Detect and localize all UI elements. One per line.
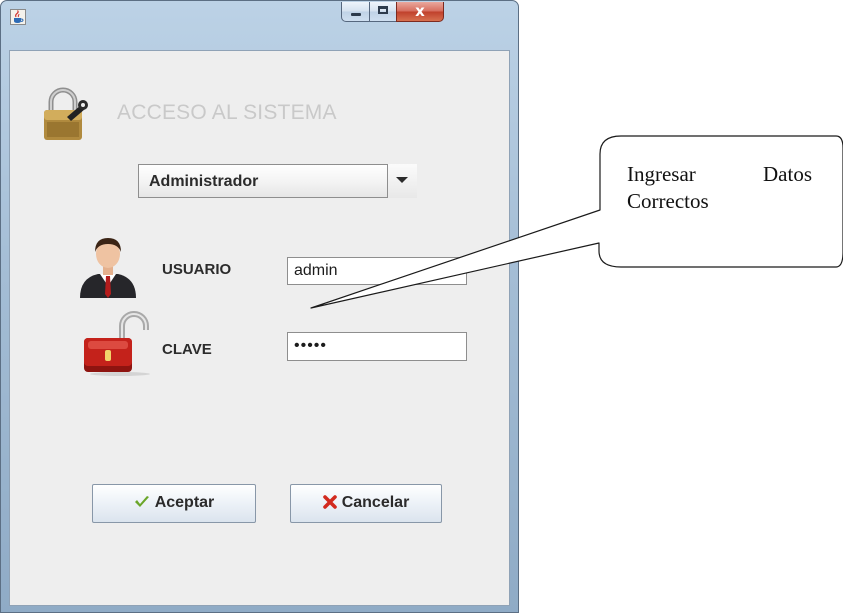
accept-button[interactable]: Aceptar: [92, 484, 256, 523]
screenshot: x ACCESO AL SISTEMA Administrador USUARI…: [0, 0, 843, 614]
role-select-toggle[interactable]: [387, 164, 417, 198]
cross-icon: [322, 495, 337, 509]
java-cup-icon: [10, 9, 26, 25]
user-label: USUARIO: [162, 261, 232, 278]
callout-word: Ingresar: [627, 162, 696, 186]
close-icon: x: [415, 2, 425, 20]
username-field[interactable]: admin: [287, 257, 467, 285]
cancel-button[interactable]: Cancelar: [290, 484, 442, 523]
password-label: CLAVE: [162, 341, 212, 358]
callout-word: Datos: [763, 162, 812, 186]
login-window: x ACCESO AL SISTEMA Administrador USUARI…: [0, 0, 519, 613]
role-select[interactable]: Administrador: [138, 164, 417, 198]
password-field[interactable]: •••••: [287, 332, 467, 361]
accept-button-label: Aceptar: [154, 494, 215, 511]
callout-text: Ingresar Datos Correctos: [627, 161, 827, 215]
close-button[interactable]: x: [396, 2, 444, 22]
login-panel: ACCESO AL SISTEMA Administrador USUARIO …: [9, 50, 510, 606]
title-bar[interactable]: x: [1, 1, 518, 50]
minimize-button[interactable]: [341, 2, 370, 22]
cancel-button-label: Cancelar: [341, 494, 410, 511]
checkmark-icon: [134, 496, 149, 507]
minimize-icon: [351, 13, 361, 16]
callout-line: Correctos: [627, 189, 709, 213]
page-title: ACCESO AL SISTEMA: [117, 101, 337, 124]
maximize-icon: [378, 6, 388, 14]
role-select-value: Administrador: [149, 173, 259, 190]
padlock-key-icon: [44, 87, 88, 140]
red-padlock-icon: [84, 311, 150, 376]
user-avatar-icon: [80, 238, 136, 298]
chevron-down-icon: [396, 177, 408, 183]
maximize-button[interactable]: [369, 2, 397, 22]
